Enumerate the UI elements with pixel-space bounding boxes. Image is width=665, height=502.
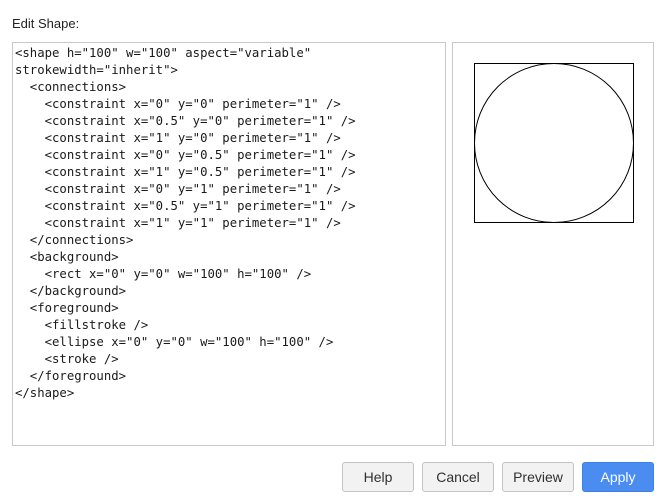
apply-button[interactable]: Apply [582,462,654,492]
shape-preview-canvas [474,63,634,223]
preview-button[interactable]: Preview [502,462,574,492]
dialog-title: Edit Shape: [12,16,80,31]
preview-ellipse [474,63,634,223]
cancel-button[interactable]: Cancel [422,462,494,492]
shape-xml-editor[interactable]: <shape h="100" w="100" aspect="variable"… [12,42,446,446]
help-button[interactable]: Help [342,462,414,492]
shape-preview-panel [452,42,654,446]
shape-xml-text[interactable]: <shape h="100" w="100" aspect="variable"… [13,43,445,402]
